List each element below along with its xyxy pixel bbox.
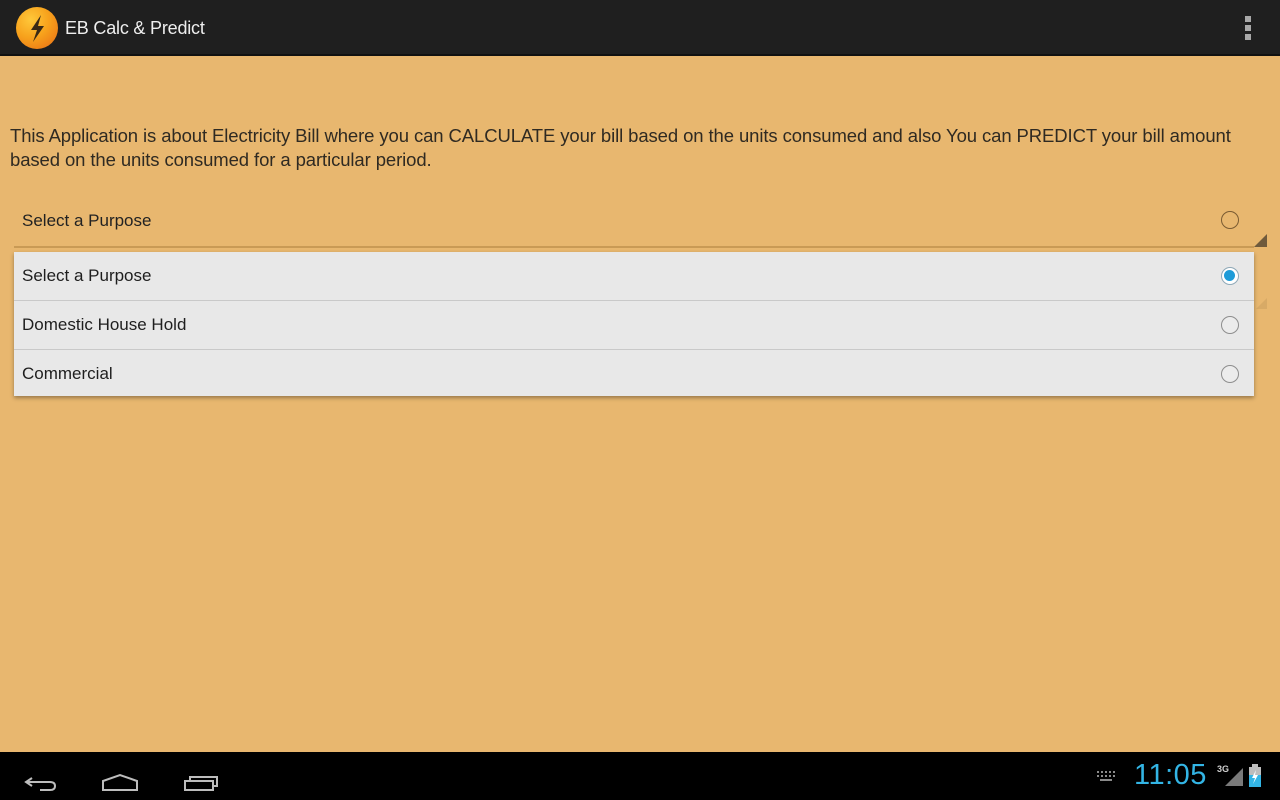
app-description: This Application is about Electricity Bi…: [10, 125, 1231, 170]
option-label: Domestic House Hold: [22, 315, 187, 334]
overflow-menu-icon[interactable]: [1236, 14, 1260, 42]
recent-apps-icon[interactable]: [174, 760, 226, 794]
radio-unchecked-icon[interactable]: [1221, 365, 1239, 383]
spinner-radio-icon: [1221, 211, 1239, 229]
spinner-selected-label: Select a Purpose: [22, 211, 152, 230]
system-nav-bar: [0, 752, 1280, 800]
option-label: Commercial: [22, 364, 113, 383]
keyboard-icon: [1097, 771, 1115, 781]
dropdown-option-commercial[interactable]: Commercial: [14, 350, 1254, 396]
spinner-dropdown-corner-icon: [1256, 298, 1267, 309]
option-label: Select a Purpose: [22, 266, 152, 285]
battery-charging-icon: [1249, 764, 1261, 787]
spinner-dropdown-corner-icon: [1254, 234, 1267, 247]
dropdown-option-domestic-house-hold[interactable]: Domestic House Hold: [14, 301, 1254, 350]
action-bar: EB Calc & Predict: [0, 0, 1280, 56]
home-icon[interactable]: [94, 760, 146, 794]
dropdown-option-select-a-purpose[interactable]: Select a Purpose: [14, 252, 1254, 301]
status-clock: 11:05: [1134, 759, 1207, 791]
app-title: EB Calc & Predict: [65, 18, 205, 38]
signal-icon: [1225, 768, 1243, 786]
purpose-spinner[interactable]: Select a Purpose: [14, 196, 1268, 248]
purpose-dropdown-list: Select a Purpose Domestic House Hold Com…: [14, 252, 1254, 396]
lightning-bolt-icon[interactable]: [16, 7, 58, 49]
radio-unchecked-icon[interactable]: [1221, 316, 1239, 334]
radio-checked-icon[interactable]: [1221, 267, 1239, 285]
spinner-underline: [14, 246, 1254, 248]
back-icon[interactable]: [14, 760, 66, 794]
